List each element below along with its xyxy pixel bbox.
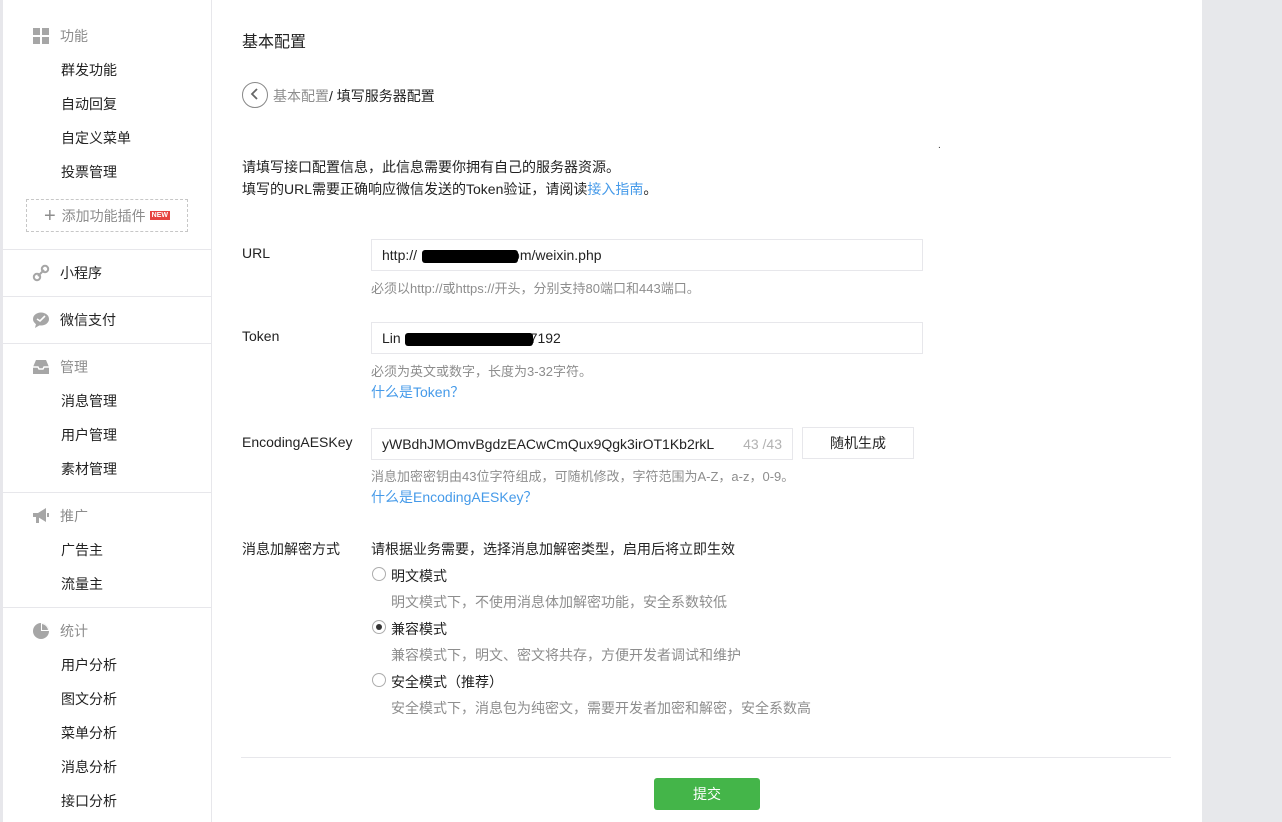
sidebar-item-auto-reply[interactable]: 自动回复 <box>61 94 117 114</box>
chevron-left-icon <box>250 87 260 103</box>
sidebar-item-materials[interactable]: 素材管理 <box>61 459 117 479</box>
sidebar-item-vote[interactable]: 投票管理 <box>61 162 117 182</box>
encryption-label: 消息加解密方式 <box>242 541 340 557</box>
sidebar-divider <box>3 343 211 344</box>
sidebar-item-advertiser[interactable]: 广告主 <box>61 540 103 560</box>
sidebar: 功能 群发功能 自动回复 自定义菜单 投票管理 + 添加功能插件 NEW 小程序… <box>0 0 212 822</box>
add-plugin-button[interactable]: + 添加功能插件 NEW <box>26 199 188 232</box>
sidebar-item-api-analysis[interactable]: 接口分析 <box>61 791 117 811</box>
breadcrumb: 基本配置/ 填写服务器配置 <box>273 86 435 106</box>
plaintext-mode-desc: 明文模式下，不使用消息体加解密功能，安全系数较低 <box>391 594 727 610</box>
plaintext-mode-radio[interactable] <box>372 567 386 581</box>
sidebar-section-mini-program[interactable]: 小程序 <box>32 261 102 285</box>
generate-random-button[interactable]: 随机生成 <box>802 427 914 459</box>
sidebar-section-label: 功能 <box>60 28 88 44</box>
url-value-suffix: com/weixin.php <box>505 247 602 263</box>
sidebar-item-publisher[interactable]: 流量主 <box>61 574 103 594</box>
sidebar-item-message-analysis[interactable]: 消息分析 <box>61 757 117 777</box>
breadcrumb-parent[interactable]: 基本配置 <box>273 88 329 104</box>
url-label: URL <box>242 245 271 261</box>
sidebar-section-label: 推广 <box>60 508 88 524</box>
secure-mode-label[interactable]: 安全模式（推荐） <box>391 672 503 692</box>
intro-line-2: 填写的URL需要正确响应微信发送的Token验证，请阅读接入指南。 <box>242 179 657 199</box>
sidebar-item-user-analysis[interactable]: 用户分析 <box>61 655 117 675</box>
redaction-mark <box>422 250 518 263</box>
sidebar-item-messages[interactable]: 消息管理 <box>61 391 117 411</box>
token-value-suffix: 7192 <box>529 330 561 346</box>
token-value-prefix: Lin <box>382 330 401 346</box>
stray-dot: . <box>938 140 941 151</box>
sidebar-section-label: 小程序 <box>60 265 102 281</box>
sidebar-edge <box>0 0 3 822</box>
sidebar-section-pay[interactable]: 微信支付 <box>32 308 116 332</box>
url-value-prefix: http:// <box>382 247 418 263</box>
aes-key-input[interactable]: yWBdhJMOmvBgdzEACwCmQux9Qgk3irOT1Kb2rkL … <box>371 428 793 460</box>
add-plugin-label: 添加功能插件 <box>61 207 146 224</box>
aes-key-char-count: 43 /43 <box>743 436 782 452</box>
compatible-mode-label[interactable]: 兼容模式 <box>391 619 447 639</box>
compatible-mode-radio[interactable] <box>372 620 386 634</box>
chat-pay-icon <box>32 311 50 329</box>
intro-text: 填写的URL需要正确响应微信发送的Token验证，请阅读 <box>242 181 588 197</box>
sidebar-item-mass-send[interactable]: 群发功能 <box>61 60 117 80</box>
sidebar-section-label: 管理 <box>60 359 88 375</box>
sidebar-section-function[interactable]: 功能 <box>32 24 88 48</box>
sidebar-divider <box>3 249 211 250</box>
sidebar-divider <box>3 492 211 493</box>
secure-mode-desc: 安全模式下，消息包为纯密文，需要开发者加密和解密，安全系数高 <box>391 700 811 716</box>
grid-icon <box>32 27 50 45</box>
sidebar-item-custom-menu[interactable]: 自定义菜单 <box>61 128 131 148</box>
url-hint: 必须以http://或https://开头，分别支持80端口和443端口。 <box>371 281 700 296</box>
aes-label: EncodingAESKey <box>242 434 353 450</box>
secure-mode-radio[interactable] <box>372 673 386 687</box>
what-is-aes-key-link[interactable]: 什么是EncodingAESKey？ <box>371 487 538 507</box>
sidebar-section-promo[interactable]: 推广 <box>32 504 88 528</box>
what-is-token-link[interactable]: 什么是Token？ <box>371 382 464 402</box>
intro-line-1: 请填写接口配置信息，此信息需要你拥有自己的服务器资源。 <box>242 159 620 175</box>
submit-button[interactable]: 提交 <box>654 778 760 810</box>
token-label: Token <box>242 328 280 344</box>
breadcrumb-current: / 填写服务器配置 <box>329 88 435 104</box>
sidebar-section-manage[interactable]: 管理 <box>32 355 88 379</box>
pie-chart-icon <box>32 622 50 640</box>
aes-hint: 消息加密密钥由43位字符组成，可随机修改，字符范围为A-Z，a-z，0-9。 <box>371 469 795 484</box>
sidebar-divider <box>3 607 211 608</box>
encryption-prompt: 请根据业务需要，选择消息加解密类型，启用后将立即生效 <box>371 541 735 557</box>
right-gutter <box>1202 0 1282 822</box>
sidebar-section-stats[interactable]: 统计 <box>32 619 88 643</box>
link-icon <box>32 264 50 282</box>
new-badge: NEW <box>149 211 171 220</box>
sidebar-item-users[interactable]: 用户管理 <box>61 425 117 445</box>
token-hint: 必须为英文或数字，长度为3-32字符。 <box>371 364 593 379</box>
page-title: 基本配置 <box>242 34 307 51</box>
redaction-mark <box>405 333 533 346</box>
sidebar-section-label: 微信支付 <box>60 312 116 328</box>
back-button[interactable] <box>242 82 268 108</box>
plaintext-mode-label[interactable]: 明文模式 <box>391 566 447 586</box>
access-guide-link[interactable]: 接入指南 <box>587 181 643 197</box>
megaphone-icon <box>32 507 50 525</box>
sidebar-item-menu-analysis[interactable]: 菜单分析 <box>61 723 117 743</box>
sidebar-divider <box>3 296 211 297</box>
compatible-mode-desc: 兼容模式下，明文、密文将共存，方便开发者调试和维护 <box>391 647 741 663</box>
app-window: 功能 群发功能 自动回复 自定义菜单 投票管理 + 添加功能插件 NEW 小程序… <box>0 0 1202 822</box>
aes-key-value: yWBdhJMOmvBgdzEACwCmQux9Qgk3irOT1Kb2rkL <box>382 436 715 452</box>
sidebar-section-label: 统计 <box>60 623 88 639</box>
intro-text-end: 。 <box>643 181 658 197</box>
sidebar-item-article-analysis[interactable]: 图文分析 <box>61 689 117 709</box>
form-divider <box>241 757 1171 758</box>
inbox-icon <box>32 358 50 376</box>
plus-icon: + <box>43 204 56 227</box>
